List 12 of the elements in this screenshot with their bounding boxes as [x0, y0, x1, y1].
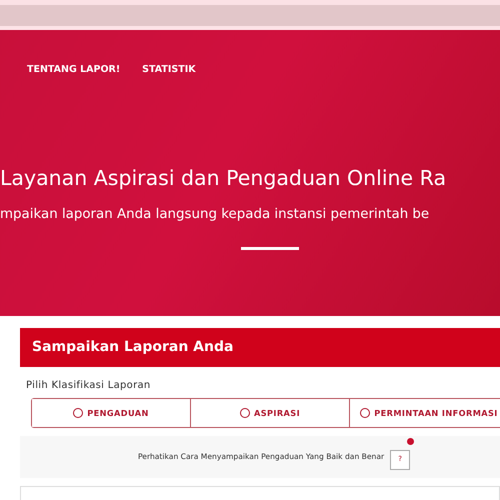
classification-option[interactable]: PENGADUAN [32, 399, 191, 427]
nav-link[interactable]: TENTANG LAPOR! [27, 63, 120, 78]
classification-label: Pilih Klasifikasi Laporan [26, 379, 152, 393]
radio-icon [360, 408, 370, 418]
radio-icon [240, 408, 250, 418]
hero-title: Layanan Aspirasi dan Pengaduan Online Ra [0, 166, 448, 191]
hero-subtitle: mpaikan laporan Anda langsung kepada instansi pemerintah be [0, 206, 430, 224]
divider-bar [241, 246, 299, 250]
notification-dot [407, 438, 414, 446]
radio-icon [73, 408, 84, 418]
form-header: Sampaikan Laporan Anda [20, 328, 500, 367]
nav-link[interactable]: STATISTIK [142, 63, 196, 78]
